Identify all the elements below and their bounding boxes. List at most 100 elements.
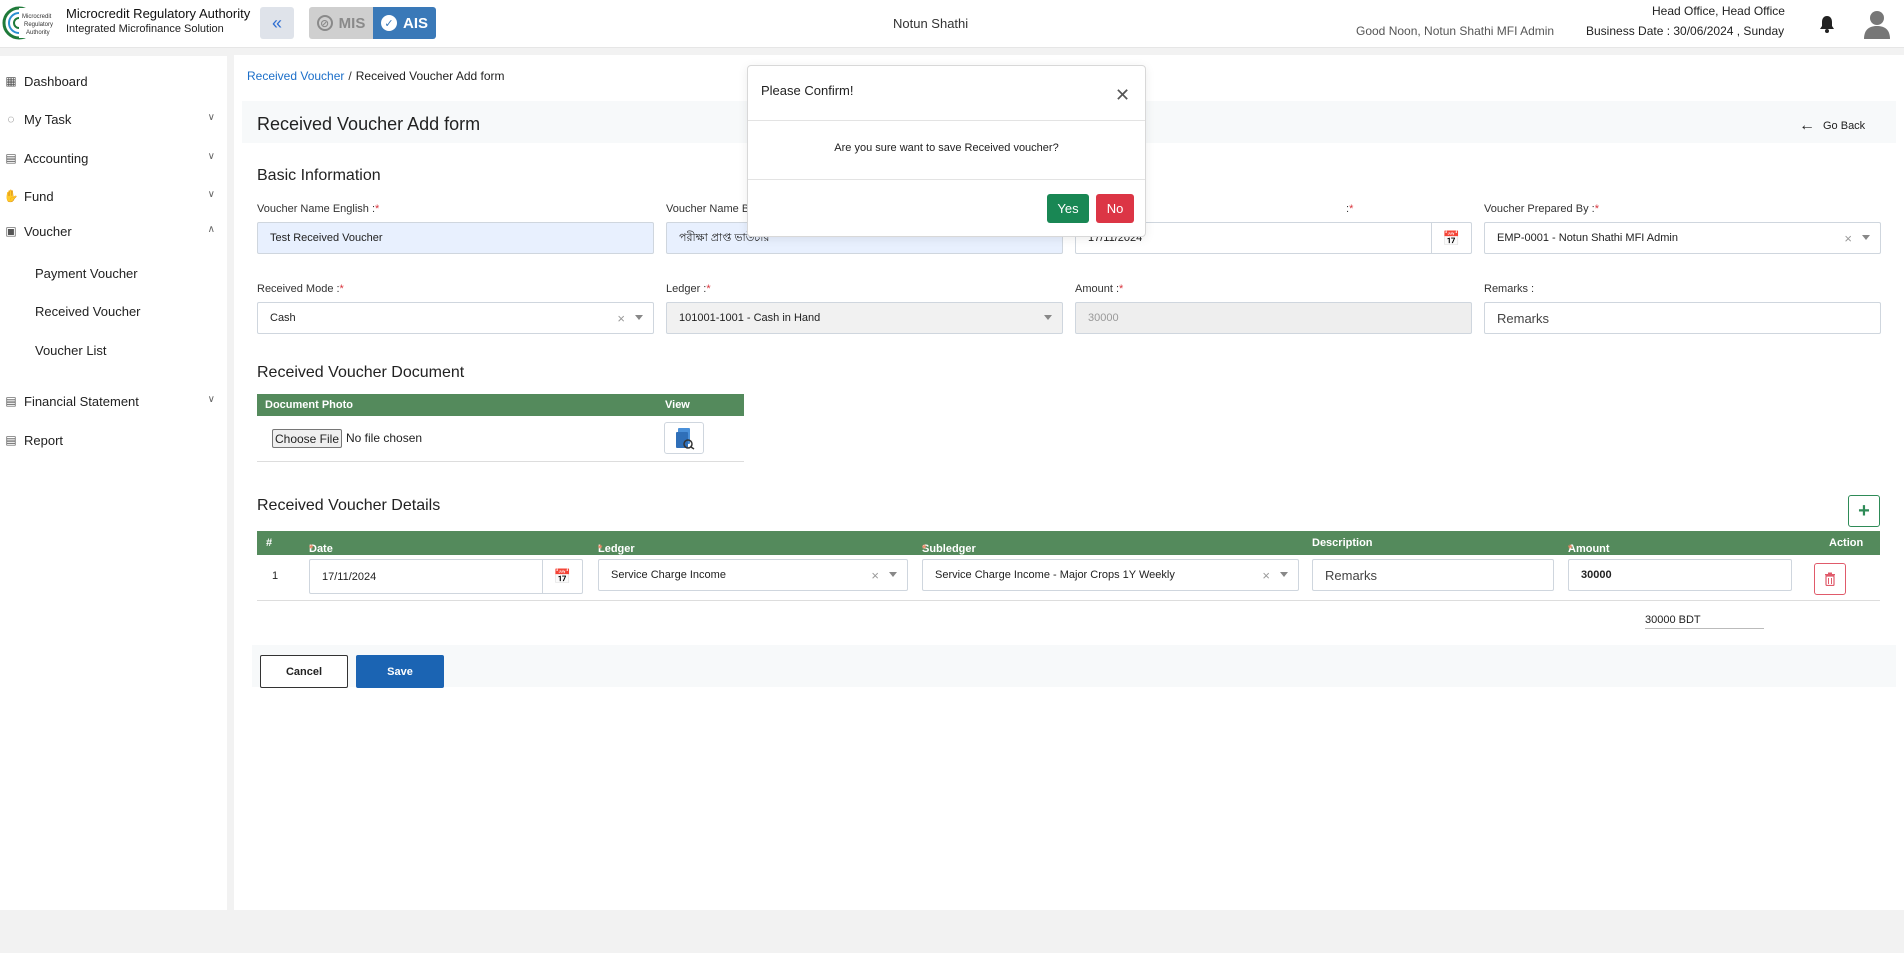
ais-toggle-button[interactable]: ✓ AIS — [373, 7, 436, 39]
close-icon[interactable]: ✕ — [1115, 86, 1130, 104]
form-actions-band — [252, 645, 1896, 687]
row-description-placeholder: Remarks — [1325, 567, 1378, 583]
document-preview-icon — [676, 428, 695, 450]
sidebar-item-fund[interactable]: ✋ Fund ∨ — [0, 182, 227, 210]
sidebar-item-voucher[interactable]: ▣ Voucher ∧ — [0, 217, 227, 245]
chevron-down-icon: ∨ — [207, 394, 215, 405]
dialog-divider — [748, 120, 1145, 121]
calendar-icon[interactable]: 📅 — [1431, 222, 1471, 254]
trash-icon — [1825, 572, 1835, 586]
add-row-button[interactable]: + — [1848, 495, 1880, 527]
ledger-icon: ▤ — [5, 151, 17, 165]
row-amount-input[interactable]: 30000 — [1568, 559, 1792, 591]
caret-down-icon — [1862, 235, 1870, 240]
document-section-title: Received Voucher Document — [257, 364, 465, 381]
remarks-label: Remarks : — [1484, 283, 1535, 295]
dialog-divider — [748, 179, 1145, 180]
voucher-name-english-label: Voucher Name English :* — [257, 203, 380, 215]
top-header: Microcredit Regulatory Authority Microcr… — [0, 0, 1904, 48]
sidebar-item-my-task[interactable]: ◌ My Task ∨ — [0, 105, 227, 133]
total-amount: 30000 BDT — [1645, 614, 1764, 629]
page-title: Received Voucher Add form — [257, 114, 481, 134]
row-number: 1 — [272, 570, 279, 582]
cancel-button[interactable]: Cancel — [260, 655, 348, 688]
col-description: Description — [1312, 537, 1373, 549]
sidebar-item-financial-statement[interactable]: ▤ Financial Statement ∨ — [0, 387, 227, 415]
breadcrumb-separator: / — [348, 69, 352, 83]
sidebar-item-dashboard[interactable]: ▦ Dashboard — [0, 67, 227, 95]
chevron-down-icon: ∨ — [207, 189, 215, 200]
caret-down-icon — [889, 572, 897, 577]
bell-icon[interactable] — [1817, 14, 1837, 34]
clear-icon[interactable]: × — [871, 568, 879, 583]
svg-text:Microcredit: Microcredit — [22, 14, 52, 20]
report-icon: ▤ — [5, 433, 17, 447]
mis-label: MIS — [338, 14, 366, 32]
ais-label: AIS — [402, 14, 428, 32]
svg-text:Authority: Authority — [26, 30, 50, 36]
clear-icon[interactable]: × — [617, 311, 625, 326]
clear-icon[interactable]: × — [1844, 231, 1852, 246]
choose-file-button[interactable]: Choose File — [272, 429, 342, 448]
row-ledger-select[interactable]: Service Charge Income × — [598, 559, 908, 591]
save-button[interactable]: Save — [356, 655, 444, 688]
breadcrumb-current: Received Voucher Add form — [355, 69, 505, 83]
user-avatar-icon[interactable] — [1862, 8, 1892, 40]
voucher-prepared-by-select[interactable]: EMP-0001 - Notun Shathi MFI Admin × — [1484, 222, 1881, 254]
sidebar-item-accounting[interactable]: ▤ Accounting ∨ — [0, 144, 227, 172]
sidebar-item-label: Financial Statement — [24, 393, 139, 409]
chevron-down-icon: ∨ — [207, 151, 215, 162]
sidebar-item-label: Voucher — [24, 223, 72, 239]
clear-icon[interactable]: × — [1262, 568, 1270, 583]
chevron-down-icon: ∨ — [207, 112, 215, 123]
received-mode-label: Received Mode :* — [257, 283, 344, 295]
voucher-icon: ▣ — [5, 224, 17, 238]
remarks-placeholder: Remarks — [1497, 310, 1550, 326]
voucher-prepared-by-value: EMP-0001 - Notun Shathi MFI Admin — [1497, 232, 1678, 244]
voucher-name-english-value: Test Received Voucher — [270, 232, 383, 244]
sidebar-subitem-voucher-list[interactable]: Voucher List — [35, 343, 107, 358]
ledger-select[interactable]: 101001-1001 - Cash in Hand — [666, 302, 1063, 334]
check-circle-icon: ✓ — [380, 15, 397, 31]
details-section-title: Received Voucher Details — [257, 497, 441, 514]
details-table-header: # Date * Ledger * Subledger * Description A… — [257, 531, 1880, 555]
ledger-label: Ledger :* — [666, 283, 711, 295]
amount-value: 30000 — [1088, 312, 1119, 324]
delete-row-button[interactable] — [1814, 563, 1846, 595]
row-subledger-select[interactable]: Service Charge Income - Major Crops 1Y W… — [922, 559, 1299, 591]
document-table-header: Document Photo View — [257, 394, 744, 416]
received-mode-select[interactable]: Cash × — [257, 302, 654, 334]
hand-coin-icon: ✋ — [3, 189, 19, 203]
go-back-label: Go Back — [1823, 120, 1866, 132]
sidebar-item-label: My Task — [24, 111, 72, 127]
col-num: # — [266, 537, 273, 549]
row-description-textarea[interactable]: Remarks — [1312, 559, 1554, 591]
sidebar-item-report[interactable]: ▤ Report — [0, 426, 227, 454]
breadcrumb: Received Voucher / Received Voucher Add fo… — [247, 69, 505, 83]
col-view: View — [665, 399, 690, 411]
sidebar-collapse-button[interactable]: « — [260, 7, 294, 39]
voucher-prepared-by-label: Voucher Prepared By :* — [1484, 203, 1599, 215]
breadcrumb-link-received-voucher[interactable]: Received Voucher — [247, 69, 344, 83]
voucher-name-english-input[interactable]: Test Received Voucher — [257, 222, 654, 254]
brand-subtitle: Integrated Microfinance Solution — [66, 23, 224, 35]
row-ledger-value: Service Charge Income — [611, 569, 726, 581]
grid-icon: ▦ — [5, 74, 17, 88]
caret-down-icon — [1280, 572, 1288, 577]
calendar-icon[interactable]: 📅 — [542, 559, 582, 594]
mis-toggle-button[interactable]: ⊘ MIS — [309, 7, 373, 39]
voucher-date-label: :* — [1346, 203, 1354, 215]
ledger-value: 101001-1001 - Cash in Hand — [679, 312, 821, 324]
received-mode-value: Cash — [270, 312, 296, 324]
confirm-no-button[interactable]: No — [1096, 194, 1134, 223]
sidebar-item-label: Accounting — [24, 150, 89, 166]
sidebar-item-label: Report — [24, 432, 64, 448]
sidebar-subitem-received-voucher[interactable]: Received Voucher — [35, 304, 141, 319]
sidebar-subitem-payment-voucher[interactable]: Payment Voucher — [35, 266, 138, 281]
row-date-input[interactable]: 17/11/2024 📅 — [309, 559, 583, 594]
remarks-textarea[interactable]: Remarks — [1484, 302, 1881, 334]
confirm-yes-button[interactable]: Yes — [1047, 194, 1089, 223]
double-chevron-left-icon: « — [271, 12, 282, 33]
view-document-button[interactable] — [664, 422, 704, 454]
go-back-button[interactable]: ← Go Back — [1799, 117, 1865, 135]
